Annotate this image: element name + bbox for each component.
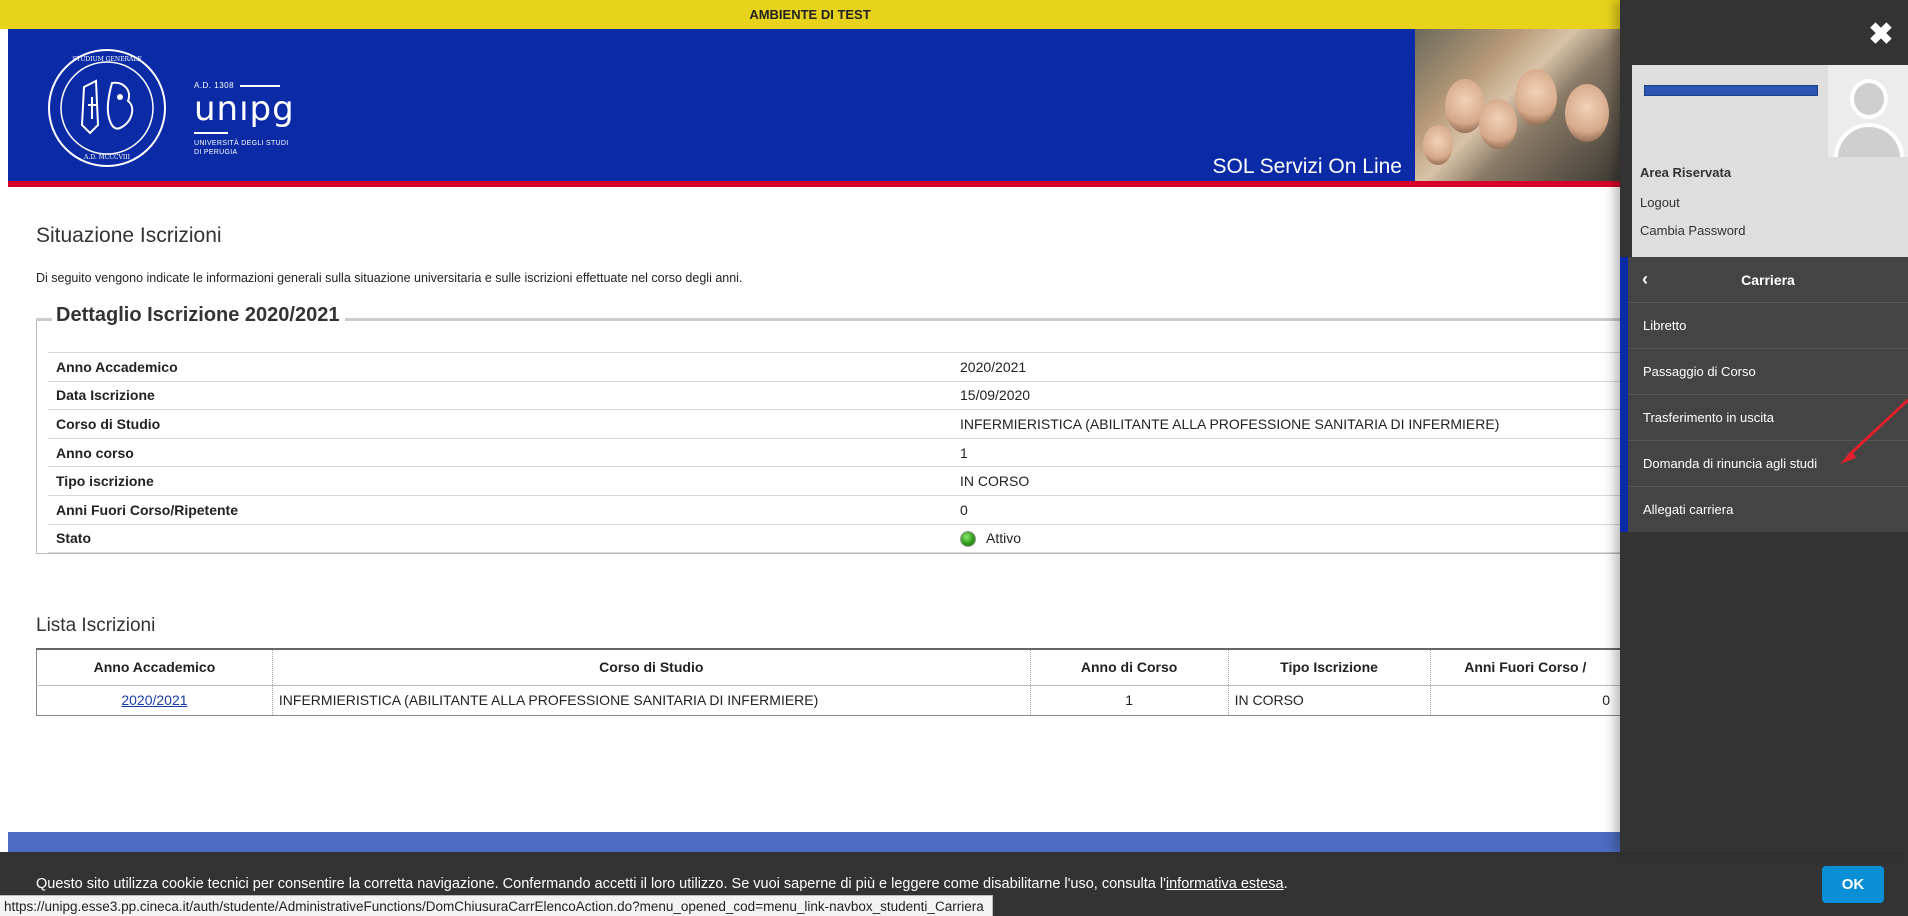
page-title: Situazione Iscrizioni [36, 224, 222, 247]
page: AMBIENTE DI TEST STUDIUM GENERALE A.D. M… [0, 0, 1908, 916]
brand-subtitle-1: UNIVERSITÀ DEGLI STUDI [194, 140, 289, 147]
status-active-icon [960, 531, 976, 547]
detail-row-stato: Stato Attivo [48, 523, 1620, 554]
avatar [1828, 65, 1908, 157]
column-header[interactable]: Anno di Corso [1029, 648, 1229, 686]
detail-label: Anno corso [48, 437, 952, 467]
table-header-row: Anno Accademico Corso di Studio Anno di … [36, 648, 1620, 686]
career-nav-title: Carriera [1741, 272, 1795, 288]
career-nav-header: ‹ Carriera [1628, 257, 1908, 303]
detail-table: Anno Accademico 2020/2021 Data Iscrizion… [48, 352, 1620, 554]
detail-row-anno-accademico: Anno Accademico 2020/2021 [48, 352, 1620, 382]
nav-item-rinuncia[interactable]: Domanda di rinuncia agli studi [1628, 441, 1908, 487]
detail-row-anni-fuori-corso: Anni Fuori Corso/Ripetente 0 [48, 494, 1620, 525]
detail-row-corso-di-studio: Corso di Studio INFERMIERISTICA (ABILITA… [48, 409, 1620, 439]
detail-label: Anno Accademico [48, 352, 952, 382]
cookie-policy-link[interactable]: informativa estesa [1166, 876, 1284, 892]
detail-legend: Dettaglio Iscrizione 2020/2021 [52, 304, 346, 327]
site-title: SOL Servizi On Line [1212, 155, 1402, 178]
logout-link[interactable]: Logout [1640, 195, 1680, 210]
brand-block: A.D. 1308 unıpg UNIVERSITÀ DEGLI STUDI D… [194, 81, 295, 157]
detail-value: 0 [952, 494, 1620, 525]
cookie-ok-button[interactable]: OK [1822, 866, 1884, 903]
test-environment-banner: AMBIENTE DI TEST [0, 0, 1620, 29]
brand-name: unıpg [194, 89, 295, 129]
table-cell-anno-corso: 1 [1029, 685, 1229, 716]
cookie-message: Questo sito utilizza cookie tecnici per … [36, 876, 1288, 892]
status-url: https://unipg.esse3.pp.cineca.it/auth/st… [0, 895, 993, 916]
enrollment-list-table: Anno Accademico Corso di Studio Anno di … [36, 648, 1620, 716]
detail-value: INFERMIERISTICA (ABILITANTE ALLA PROFESS… [952, 409, 1620, 439]
column-header[interactable]: Tipo Iscrizione [1227, 648, 1431, 686]
close-icon[interactable]: ✖ [1868, 20, 1894, 50]
svg-text:A.D. MCCCVIII: A.D. MCCCVIII [83, 154, 131, 161]
change-password-link[interactable]: Cambia Password [1640, 223, 1746, 238]
table-cell-tipo: IN CORSO [1227, 685, 1431, 716]
site-header: STUDIUM GENERALE A.D. MCCCVIII A.D. 1308… [8, 29, 1620, 187]
column-header[interactable]: Corso di Studio [271, 648, 1031, 686]
detail-label: Anni Fuori Corso/Ripetente [48, 494, 952, 525]
detail-label: Data Iscrizione [48, 380, 952, 410]
nav-item-allegati[interactable]: Allegati carriera [1628, 487, 1908, 533]
nav-item-passaggio-corso[interactable]: Passaggio di Corso [1628, 349, 1908, 395]
detail-value: IN CORSO [952, 466, 1620, 496]
nav-item-trasferimento[interactable]: Trasferimento in uscita [1628, 395, 1908, 441]
detail-value: 15/09/2020 [952, 380, 1620, 410]
detail-value: 2020/2021 [952, 352, 1620, 382]
page-description: Di seguito vengono indicate le informazi… [36, 271, 743, 285]
brand-subtitle-2: DI PERUGIA [194, 149, 238, 156]
anno-accademico-link[interactable]: 2020/2021 [121, 692, 187, 708]
detail-row-anno-corso: Anno corso 1 [48, 437, 1620, 467]
university-seal-logo[interactable]: STUDIUM GENERALE A.D. MCCCVIII [46, 47, 168, 169]
list-title: Lista Iscrizioni [36, 615, 156, 636]
detail-label: Tipo iscrizione [48, 466, 952, 496]
column-header[interactable]: Anno Accademico [36, 648, 273, 686]
detail-label: Corso di Studio [48, 409, 952, 439]
svg-text:STUDIUM GENERALE: STUDIUM GENERALE [72, 56, 141, 63]
user-area: Area Riservata Logout Cambia Password [1632, 65, 1908, 257]
detail-row-tipo-iscrizione: Tipo iscrizione IN CORSO [48, 466, 1620, 496]
footer-bar [8, 832, 1620, 852]
table-cell-corso: INFERMIERISTICA (ABILITANTE ALLA PROFESS… [271, 685, 1031, 716]
career-nav: ‹ Carriera Libretto Passaggio di Corso T… [1620, 257, 1908, 532]
side-panel: ✖ Area Riservata Logout Cambia Password … [1620, 0, 1908, 852]
column-header[interactable]: Anni Fuori Corso / [1429, 648, 1620, 686]
user-name-redacted [1644, 85, 1818, 96]
reserved-area-label: Area Riservata [1640, 165, 1732, 180]
detail-label: Stato [48, 523, 952, 554]
detail-row-data-iscrizione: Data Iscrizione 15/09/2020 [48, 380, 1620, 410]
nav-item-libretto[interactable]: Libretto [1628, 303, 1908, 349]
status-value: Attivo [986, 529, 1022, 546]
detail-value: 1 [952, 437, 1620, 467]
table-cell-fuori-corso: 0 [1429, 685, 1620, 716]
header-students-photo [1415, 29, 1620, 181]
table-row: 2020/2021 INFERMIERISTICA (ABILITANTE AL… [36, 685, 1620, 716]
